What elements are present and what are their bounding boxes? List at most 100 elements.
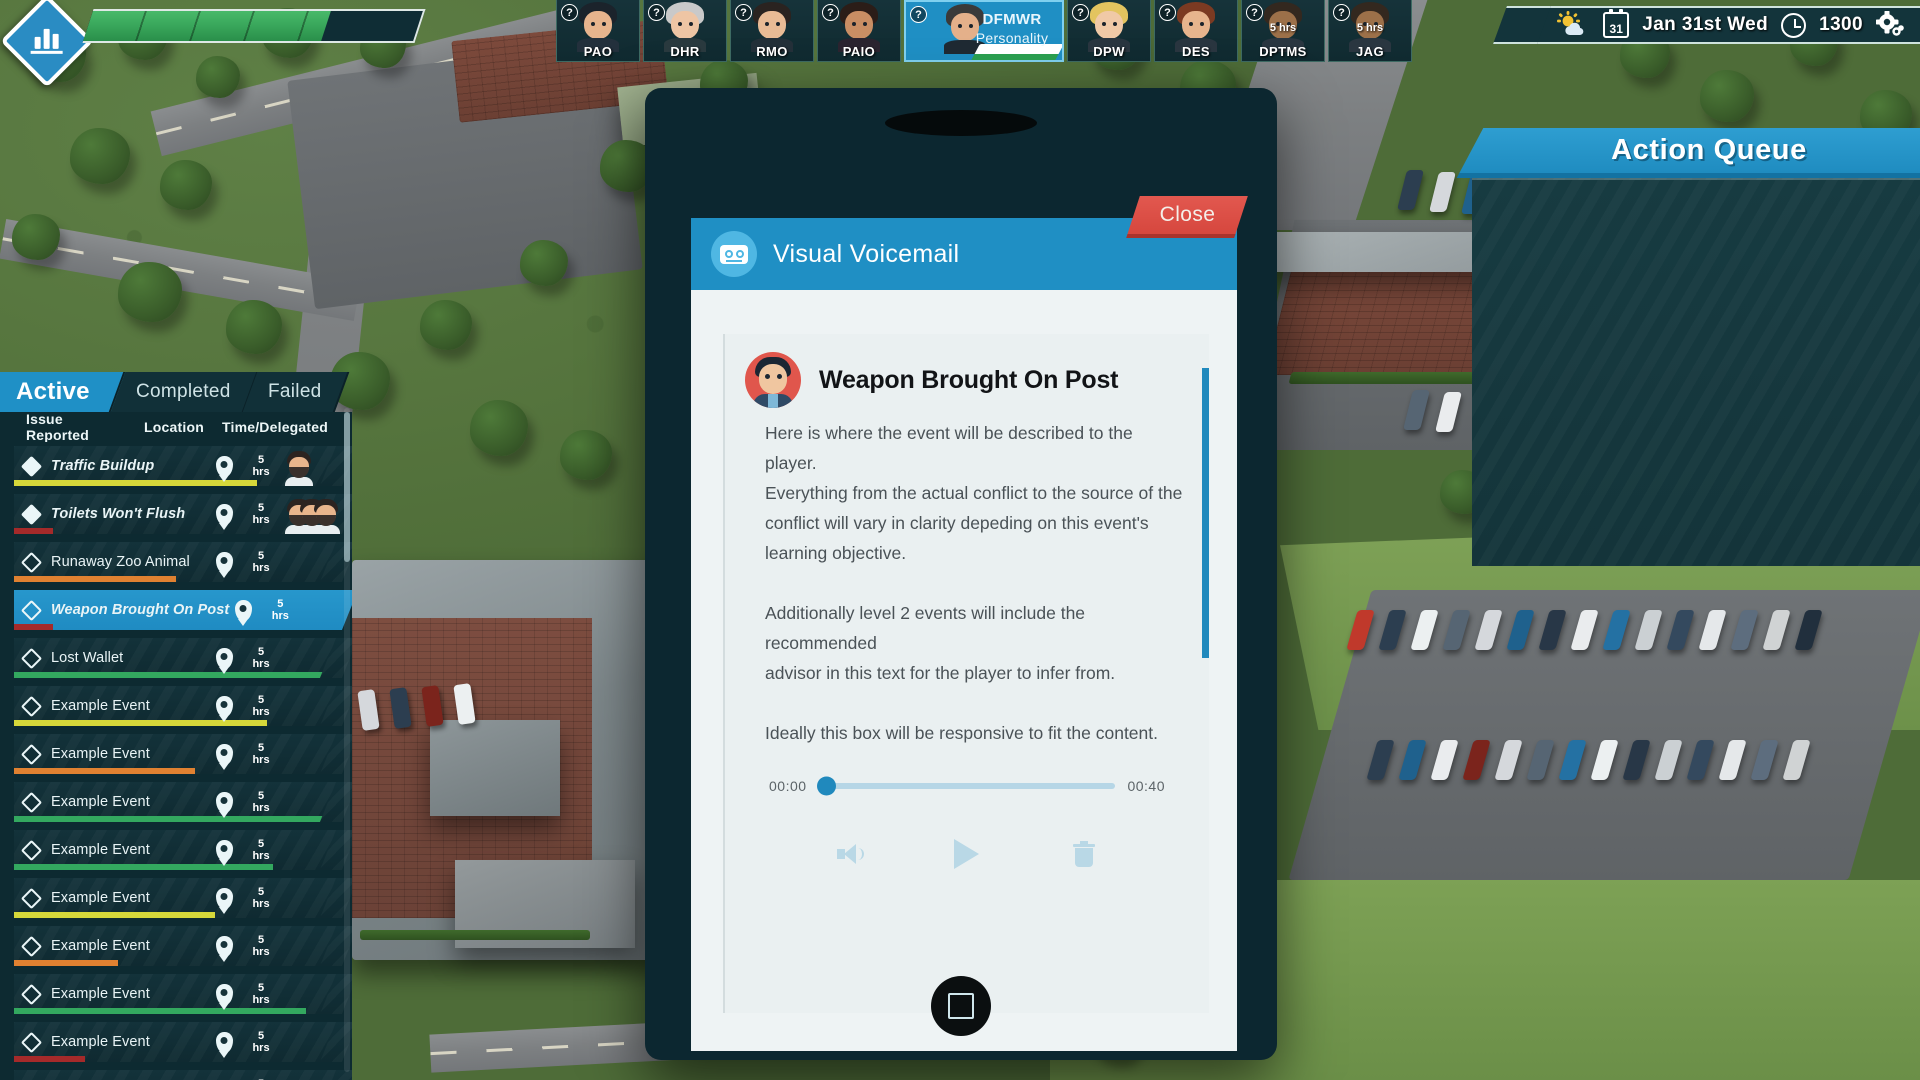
table-row[interactable]: Toilets Won't Flush 5 hrs <box>14 494 340 534</box>
event-tabs[interactable]: Active Completed Failed <box>0 372 352 412</box>
card-scrollbar-thumb[interactable] <box>1202 368 1209 658</box>
close-button[interactable]: Close <box>1126 196 1248 238</box>
event-row-hours: 5hrs <box>252 838 270 862</box>
priority-diamond-icon <box>20 551 43 573</box>
advisor-label: DHR <box>670 44 700 59</box>
calendar-day: 31 <box>1609 22 1623 36</box>
table-row[interactable]: Example Event5hrs <box>14 830 338 870</box>
advisor-label: PAIO <box>842 44 876 59</box>
event-list-scrollbar-thumb[interactable] <box>344 412 350 562</box>
advisor-jag[interactable]: ? 5 hrs JAG <box>1328 0 1412 62</box>
delegated-advisors[interactable] <box>284 974 338 1014</box>
delegated-advisors[interactable] <box>284 878 338 918</box>
priority-diamond-icon <box>20 503 43 525</box>
location-pin-icon[interactable] <box>210 839 238 861</box>
delegated-advisors[interactable] <box>284 638 338 678</box>
delegated-advisors[interactable] <box>284 494 340 534</box>
advisor-des[interactable]: ? DES <box>1154 0 1238 62</box>
help-icon[interactable]: ? <box>561 4 578 21</box>
table-row[interactable]: Lost Wallet 5 hrs <box>14 638 338 678</box>
clock-icon <box>1781 12 1807 38</box>
delegated-advisors[interactable] <box>284 734 338 774</box>
event-progress-bar <box>14 960 118 966</box>
location-pin-icon[interactable] <box>210 503 238 525</box>
advisor-label: DES <box>1182 44 1210 59</box>
column-location: Location <box>144 419 204 435</box>
audio-progress-knob[interactable] <box>816 776 836 796</box>
column-time-delegated: Time/Delegated <box>222 419 329 435</box>
table-row[interactable]: Example Event5hrs <box>14 974 338 1014</box>
table-row[interactable]: Example Event5hrs <box>14 1070 338 1080</box>
event-row-hours: 5hrs <box>252 646 270 670</box>
table-row[interactable]: Example Event5hrs <box>14 1022 338 1062</box>
event-list[interactable]: Traffic Buildup 5 hrs Toilets Won't Flush 5 h… <box>0 442 352 1080</box>
tab-active[interactable]: Active <box>0 372 126 412</box>
delegated-advisors[interactable] <box>284 782 338 822</box>
table-row[interactable]: Example Event5hrs <box>14 782 338 822</box>
location-pin-icon[interactable] <box>210 647 238 669</box>
home-button[interactable] <box>931 976 991 1036</box>
location-pin-icon[interactable] <box>210 791 238 813</box>
event-description: Here is where the event will be describe… <box>725 412 1209 748</box>
event-row-title: Example Event <box>51 698 150 714</box>
table-row[interactable]: Example Event 5hrs <box>14 686 338 726</box>
event-row-hours: 5hrs <box>252 502 270 526</box>
table-row[interactable]: Runaway Zoo Animal 5 hrs <box>14 542 338 582</box>
help-icon[interactable]: ? <box>910 6 927 23</box>
trash-icon[interactable] <box>1061 834 1107 874</box>
help-icon[interactable]: ? <box>1159 4 1176 21</box>
advisor-dpw[interactable]: ? DPW <box>1067 0 1151 62</box>
delegated-advisors[interactable] <box>284 542 338 582</box>
play-icon[interactable] <box>944 834 990 874</box>
delegated-advisors[interactable] <box>284 830 338 870</box>
table-row[interactable]: Example Event5hrs <box>14 926 338 966</box>
table-row[interactable]: Weapon Brought On Post 5 hrs <box>14 590 338 630</box>
help-icon[interactable]: ? <box>822 4 839 21</box>
audio-progress-track[interactable] <box>816 776 1116 796</box>
table-row[interactable]: Traffic Buildup 5 hrs <box>14 446 338 486</box>
advisor-dfmwr[interactable]: ? DFMWR Personality <box>904 0 1064 62</box>
speaker-icon[interactable] <box>827 834 873 874</box>
audio-current-time: 00:00 <box>769 778 807 794</box>
event-progress-bar <box>14 1008 306 1014</box>
audio-controls[interactable] <box>725 794 1209 874</box>
location-pin-icon[interactable] <box>210 887 238 909</box>
tab-label: Completed <box>135 381 231 402</box>
help-icon[interactable]: ? <box>735 4 752 21</box>
table-row[interactable]: Example Event5hrs <box>14 878 338 918</box>
help-icon[interactable]: ? <box>1246 4 1263 21</box>
location-pin-icon[interactable] <box>229 599 257 621</box>
help-icon[interactable]: ? <box>1072 4 1089 21</box>
location-pin-icon[interactable] <box>210 983 238 1005</box>
location-pin-icon[interactable] <box>210 743 238 765</box>
advisor-bar[interactable]: ? PAO? DHR ? RMO? PAIO ? DFMWR Personality? DPW? D… <box>556 0 1412 62</box>
advisor-paio[interactable]: ? PAIO <box>817 0 901 62</box>
event-list-panel: Active Completed Failed Issue Reported Loc… <box>0 372 352 1080</box>
location-pin-icon[interactable] <box>210 935 238 957</box>
advisor-pao[interactable]: ? PAO <box>556 0 640 62</box>
tab-completed[interactable]: Completed <box>110 372 258 412</box>
event-row-title: Weapon Brought On Post <box>51 602 230 618</box>
tab-failed[interactable]: Failed <box>243 372 350 412</box>
delegated-advisors[interactable] <box>303 590 352 630</box>
audio-scrubber[interactable]: 00:00 00:40 <box>725 748 1209 796</box>
advisor-rmo[interactable]: ? RMO <box>730 0 814 62</box>
help-icon[interactable]: ? <box>1333 4 1350 21</box>
location-pin-icon[interactable] <box>210 551 238 573</box>
action-queue-body[interactable] <box>1472 178 1920 566</box>
delegated-advisors[interactable] <box>284 926 338 966</box>
location-pin-icon[interactable] <box>210 695 238 717</box>
delegated-advisors[interactable] <box>284 686 338 726</box>
advisor-dptms[interactable]: ? 5 hrs DPTMS <box>1241 0 1325 62</box>
location-pin-icon[interactable] <box>210 455 238 477</box>
location-pin-icon[interactable] <box>210 1031 238 1053</box>
help-icon[interactable]: ? <box>648 4 665 21</box>
delegated-advisors[interactable] <box>284 1022 338 1062</box>
delegated-advisors[interactable] <box>284 446 338 486</box>
table-row[interactable]: Example Event5hrs <box>14 734 338 774</box>
advisor-dhr[interactable]: ? DHR <box>643 0 727 62</box>
delegated-advisors[interactable] <box>284 1070 338 1080</box>
event-row-hours: 5hrs <box>252 694 270 718</box>
event-row-title: Example Event <box>51 986 150 1002</box>
gear-icon[interactable] <box>1875 10 1904 39</box>
